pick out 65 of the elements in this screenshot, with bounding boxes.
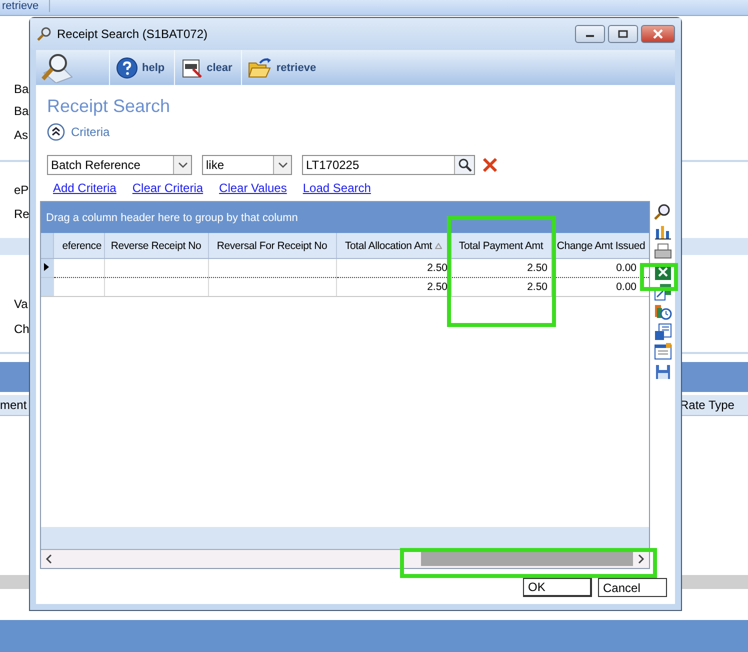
row-header-cell	[41, 233, 53, 258]
form-icon[interactable]	[654, 343, 672, 361]
collapse-icon[interactable]	[47, 123, 65, 141]
field-label: Ch	[14, 322, 30, 336]
magnifier-icon	[40, 52, 74, 82]
value-field[interactable]: LT170225	[302, 155, 475, 175]
field-dropdown[interactable]: Batch Reference	[47, 155, 192, 175]
magnifier-icon	[36, 26, 52, 42]
column-header[interactable]: Reverse Receipt No	[104, 233, 208, 258]
field-label: Ba	[14, 104, 29, 118]
toolbar-label[interactable]: retrieve	[2, 0, 50, 12]
table-cell: 0.00	[616, 281, 636, 293]
scroll-left-icon[interactable]	[45, 554, 53, 564]
maximize-button[interactable]	[608, 25, 638, 43]
page-heading: Receipt Search	[47, 96, 172, 118]
export-icon[interactable]	[654, 283, 672, 301]
window-title: Receipt Search (S1BAT072)	[57, 27, 208, 41]
search-icon[interactable]	[654, 203, 672, 221]
column-header[interactable]: Total Payment Amt	[451, 233, 551, 258]
table-cell: 0.00	[616, 262, 636, 274]
column-header[interactable]: Total Allocation Amt	[336, 233, 451, 258]
printer-icon[interactable]	[654, 243, 672, 261]
help-icon	[116, 56, 138, 78]
chevron-down-icon	[178, 162, 188, 168]
operator-dropdown[interactable]: like	[202, 155, 292, 175]
current-row-icon	[44, 263, 49, 271]
field-label: As	[14, 128, 28, 142]
column-header[interactable]: Reversal For Receipt No	[208, 233, 336, 258]
field-label: Re	[14, 207, 30, 221]
link[interactable]: Add Criteria	[53, 181, 116, 195]
ok-button[interactable]: OK	[523, 578, 592, 597]
eraser-icon	[180, 56, 203, 78]
group-hint: Drag a column header here to group by that column	[46, 212, 298, 224]
maximize-icon	[618, 30, 628, 38]
section-label: Criteria	[71, 125, 110, 139]
cancel-button[interactable]: Cancel	[598, 578, 667, 597]
field-label: Ba	[14, 82, 29, 96]
bar-chart-icon[interactable]	[654, 223, 672, 241]
remove-icon[interactable]	[482, 157, 498, 173]
sort-icon	[435, 242, 442, 248]
search-icon[interactable]	[458, 158, 472, 172]
scroll-right-icon[interactable]	[637, 554, 645, 564]
scroll-thumb[interactable]	[421, 552, 633, 566]
link[interactable]: Clear Values	[219, 181, 287, 195]
chevron-down-icon	[278, 162, 288, 168]
save-icon[interactable]	[654, 363, 672, 381]
minimize-button[interactable]	[575, 25, 605, 43]
horizontal-scrollbar[interactable]	[41, 549, 649, 568]
close-button[interactable]	[641, 25, 675, 43]
clock-icon[interactable]	[654, 303, 672, 321]
column-header: ment	[0, 398, 27, 412]
table-cell: 2.50	[427, 262, 448, 274]
table-cell: 2.50	[527, 281, 548, 293]
table-cell: 2.50	[427, 281, 448, 293]
field-label: Va	[14, 297, 28, 311]
close-icon	[652, 29, 664, 39]
column-header[interactable]: eference	[53, 233, 104, 258]
highlight-frame	[640, 263, 678, 291]
row-indicator[interactable]	[41, 258, 53, 278]
link[interactable]: Clear Criteria	[132, 181, 204, 195]
document-icon[interactable]	[654, 323, 672, 341]
field-label: eP	[14, 183, 29, 197]
link[interactable]: Load Search	[302, 181, 371, 195]
folder-icon	[248, 56, 272, 78]
table-cell: 2.50	[527, 262, 548, 274]
